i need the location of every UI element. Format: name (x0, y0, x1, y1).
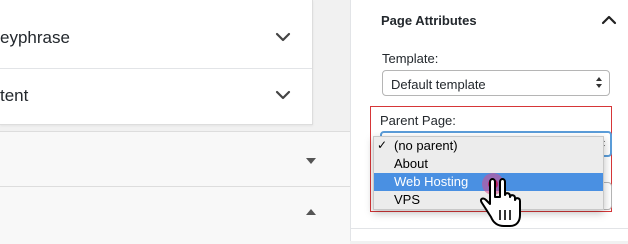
chevron-down-icon[interactable] (274, 28, 292, 46)
caret-down-icon[interactable] (306, 158, 316, 164)
template-select-value: Default template (391, 77, 486, 92)
checkmark-icon: ✓ (377, 138, 388, 152)
collapsible-row-keyphrase[interactable]: eyphrase (0, 10, 312, 69)
dropdown-option[interactable]: ✓ (no parent) (374, 137, 603, 155)
chevron-up-icon[interactable] (601, 12, 617, 28)
parent-page-label: Parent Page: (380, 113, 456, 128)
template-label: Template: (382, 51, 439, 66)
pointer-hand-cursor-icon (479, 173, 521, 227)
select-arrows-icon (596, 77, 603, 89)
chevron-down-icon[interactable] (274, 86, 292, 104)
collapsible-row-content[interactable]: tent (0, 68, 312, 126)
row-label: eyphrase (0, 28, 70, 47)
meta-box-collapsed[interactable] (0, 131, 350, 189)
editor-main-column: eyphrase tent (0, 0, 350, 244)
panel-title[interactable]: Page Attributes (381, 13, 477, 28)
template-select[interactable]: Default template (382, 70, 610, 96)
row-label: tent (0, 86, 29, 105)
seo-meta-card: eyphrase tent (0, 0, 313, 125)
meta-box-expanded[interactable] (0, 186, 350, 244)
caret-up-icon[interactable] (306, 209, 316, 215)
